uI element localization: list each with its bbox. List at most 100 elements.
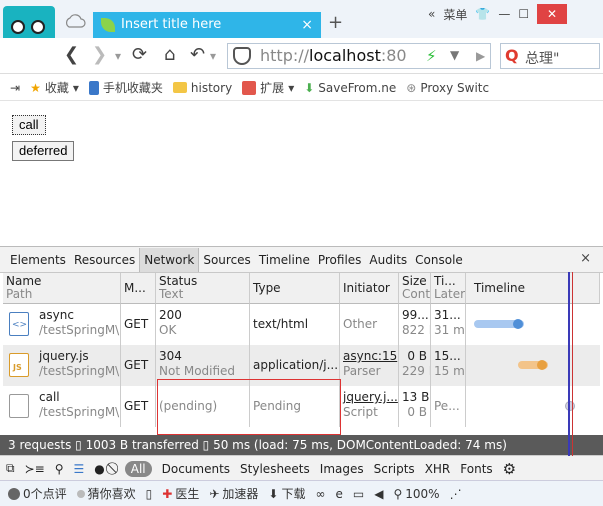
gear-icon[interactable]: ⚙ [503,460,516,478]
accelerator-item[interactable]: ✈ 加速器 [209,485,258,502]
bookmark-history[interactable]: history [172,81,232,95]
filter-all[interactable]: All [124,460,152,477]
search-input[interactable]: 总理" [525,48,595,68]
deferred-button[interactable]: deferred [12,141,75,161]
initiator-link[interactable]: async:15 [343,349,397,364]
tab-elements[interactable]: Elements [6,248,70,272]
resize-grip-icon[interactable]: ⋰ [450,487,462,501]
address-dropdown-icon[interactable]: ▼ [450,48,459,62]
chevron-down-icon: ▾ [72,80,79,95]
column-name[interactable]: Name Path [3,273,121,304]
volume-icon[interactable]: ◀ [374,487,383,501]
ie-icon[interactable]: e [336,487,343,501]
filter-images[interactable]: Images [320,462,364,476]
extensions-grid-icon [242,80,257,95]
bookmark-mobile[interactable]: 手机收藏夹 [88,79,163,96]
download-arrow-icon: ⬇ [304,80,315,95]
request-size-cell: 99...822 E [399,304,431,345]
column-timeline[interactable]: Timeline [466,273,600,304]
browser-tab[interactable]: Insert title here × [93,12,321,38]
filter-scripts[interactable]: Scripts [374,462,415,476]
filter-fonts[interactable]: Fonts [460,462,492,476]
request-timeline-cell [466,304,600,345]
tab-network[interactable]: Network [139,247,200,272]
request-status: 200 [159,308,182,322]
minimize-icon[interactable]: — [498,7,510,21]
play-icon[interactable]: ▶ [476,49,485,63]
initiator-link[interactable]: jquery.j... [343,390,398,405]
maximize-icon[interactable]: ☐ [518,7,529,21]
filter-xhr[interactable]: XHR [425,462,451,476]
guess-item[interactable]: 猜你喜欢 [76,485,136,502]
table-row[interactable]: <> async /testSpringM\ GET 200 OK text/ht… [3,304,600,345]
request-timeline-cell [466,386,600,427]
column-status[interactable]: Status Text [156,273,250,304]
forward-icon[interactable]: ❯ [92,44,107,65]
search-box[interactable]: Q 总理" [500,43,600,69]
timing-summary: 50 ms (load: 75 ms, DOMContentLoaded: 74… [213,438,507,452]
bookmark-favorites[interactable]: ★ 收藏 ▾ [30,79,79,96]
comment-icon [8,487,20,500]
lightning-icon[interactable]: ⚡ [426,47,437,65]
tab-close-icon[interactable]: × [301,12,313,38]
column-time[interactable]: Ti... Later [431,273,466,304]
column-type[interactable]: Type [250,273,340,304]
search-icon[interactable]: ⚲ [55,462,64,476]
record-icon[interactable]: ● [94,462,104,476]
cloud-icon[interactable] [64,14,86,28]
phone-icon[interactable]: ▯ [146,487,153,501]
bookmark-proxy[interactable]: ⊛ Proxy Switc [406,81,489,95]
download-item[interactable]: ⬇ 下载 [268,485,305,502]
bookmark-savefrom[interactable]: ⬇ SaveFrom.ne [304,81,396,95]
refresh-icon[interactable]: ⟳ [132,44,147,65]
undo-dropdown-icon[interactable]: ▾ [210,49,216,63]
call-button[interactable]: call [12,115,46,135]
skin-shirt-icon[interactable]: 👕 [475,7,490,21]
filter-stylesheets[interactable]: Stylesheets [240,462,310,476]
sidebar-toggle-icon[interactable]: ⇥ [10,81,20,95]
menu-button[interactable]: 菜单 [443,6,467,23]
doctor-item[interactable]: ✚ 医生 [162,485,199,502]
tab-audits[interactable]: Audits [365,248,411,272]
bookmark-extensions[interactable]: 扩展 ▾ [242,79,294,96]
console-drawer-icon[interactable]: ≻≡ [25,462,45,476]
home-icon[interactable]: ⌂ [164,44,175,65]
back-icon[interactable]: ❮ [64,44,79,65]
address-url[interactable]: http://localhost:80 [260,46,407,65]
tab-timeline[interactable]: Timeline [255,248,314,272]
download-icon: ⬇ [268,486,279,501]
network-summary: 3 requests ▯ 1003 B transferred ▯ 50 ms … [0,435,603,455]
tab-sources[interactable]: Sources [199,248,254,272]
undo-icon[interactable]: ↶ [190,44,205,65]
request-status: 304 [159,349,182,363]
dock-icon[interactable]: ⧉ [6,461,15,476]
column-method[interactable]: M... [121,273,156,304]
search-engine-icon[interactable]: Q [505,46,519,65]
filter-documents[interactable]: Documents [162,462,230,476]
column-size[interactable]: Size Cont [399,273,431,304]
tab-resources[interactable]: Resources [70,248,139,272]
bookmark-favorites-label: 收藏 [44,81,69,95]
devtools-close-icon[interactable]: × [580,251,591,266]
chevron-down-icon: ▾ [288,80,295,95]
request-size-cell: 0 B229 K [399,345,431,386]
guess-label: 猜你喜欢 [87,487,136,501]
list-view-icon[interactable]: ☰ [73,462,84,476]
proxy-icon: ⊛ [406,80,417,95]
forward-dropdown-icon[interactable]: ▾ [115,49,121,63]
tab-console[interactable]: Console [411,248,467,272]
navigation-bar: ❮ ❯ ▾ ⟳ ⌂ ↶ ▾ http://localhost:80 ⚡ ▼ ▶ … [0,38,603,74]
window-close-icon[interactable]: ✕ [537,4,568,24]
screenshot-icon[interactable]: ▭ [353,487,364,501]
tab-profiles[interactable]: Profiles [314,248,366,272]
address-bar[interactable]: http://localhost:80 ⚡ ▼ [227,43,491,69]
double-chevron-left-icon[interactable]: « [428,7,435,21]
comments-item[interactable]: 0个点评 [8,485,67,502]
medical-cross-icon: ✚ [162,486,173,501]
separator-icon: ▯ [75,438,86,452]
column-initiator[interactable]: Initiator [340,273,399,304]
new-tab-button[interactable]: + [328,12,343,33]
shield-icon[interactable] [233,47,251,65]
zoom-item[interactable]: ⚲ 100% [393,487,439,501]
glasses-icon[interactable]: ∞ [316,487,326,501]
